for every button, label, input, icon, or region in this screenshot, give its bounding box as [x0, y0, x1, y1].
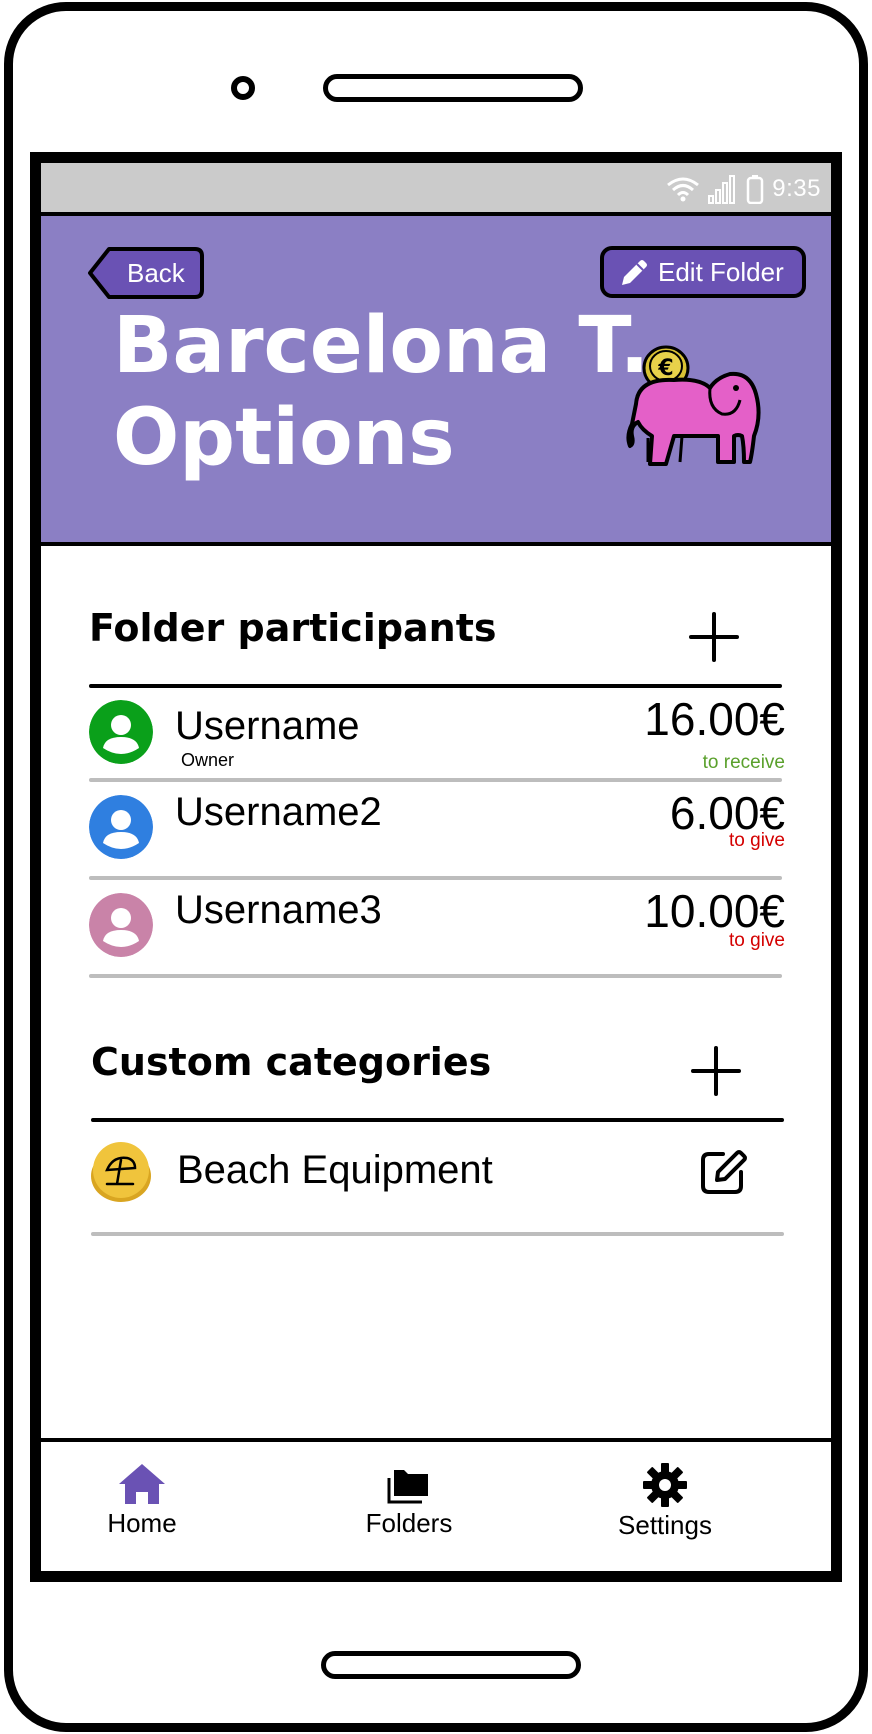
edit-category-icon[interactable]: [699, 1148, 747, 1196]
participant-name: Username: [175, 704, 360, 748]
edit-folder-button[interactable]: Edit Folder: [600, 246, 806, 298]
bottom-speaker: [321, 1651, 581, 1679]
home-icon: [119, 1464, 165, 1504]
piggy-bank-elephant-icon: €: [626, 345, 761, 466]
avatar-icon: [89, 893, 153, 957]
participants-divider: [89, 684, 782, 688]
category-name: Beach Equipment: [177, 1148, 493, 1192]
add-category-button[interactable]: [691, 1046, 741, 1096]
participant-row[interactable]: Username2 6.00€ to give: [41, 786, 831, 876]
pencil-icon: [622, 260, 647, 285]
nav-folders-label: Folders: [365, 1508, 453, 1538]
participant-amount: 16.00€: [644, 693, 785, 745]
row-divider: [89, 974, 782, 978]
avatar-icon: [89, 795, 153, 859]
screen: 9:35 Back Edit Folder Barcelona T... Opt…: [30, 152, 842, 1582]
row-divider: [89, 778, 782, 782]
battery-icon: [747, 175, 764, 204]
participant-balance-status: to receive: [702, 752, 785, 773]
svg-text:€: €: [657, 356, 673, 381]
folder-header: Back Edit Folder Barcelona T... Options …: [41, 216, 831, 546]
nav-folders[interactable]: Folders: [339, 1462, 479, 1539]
beach-umbrella-icon: [91, 1142, 151, 1202]
signal-icon: [708, 175, 736, 204]
nav-settings[interactable]: Settings: [595, 1462, 735, 1541]
categories-title: Custom categories: [91, 1040, 492, 1084]
wifi-icon: [667, 177, 700, 202]
back-button[interactable]: Back: [87, 246, 205, 300]
edit-folder-label: Edit Folder: [658, 256, 784, 287]
page-title: Barcelona T... Options: [113, 300, 673, 484]
avatar-icon: [89, 700, 153, 764]
participant-balance-status: to give: [729, 930, 785, 951]
folder-icon: [387, 1470, 428, 1504]
nav-settings-label: Settings: [618, 1510, 712, 1540]
back-button-label: Back: [127, 258, 185, 288]
participant-row[interactable]: Username Owner 16.00€ to receive: [41, 692, 831, 782]
add-participant-button[interactable]: [689, 612, 739, 662]
status-bar: 9:35: [41, 163, 831, 216]
participant-role: Owner: [181, 750, 235, 770]
participant-row[interactable]: Username3 10.00€ to give: [41, 884, 831, 974]
participant-balance-status: to give: [729, 830, 785, 851]
front-camera: [231, 76, 255, 100]
title-line-2: Options: [113, 393, 455, 483]
participant-name: Username3: [175, 888, 382, 932]
gear-icon: [643, 1463, 687, 1507]
earpiece-speaker: [323, 74, 583, 102]
participant-name: Username2: [175, 790, 382, 834]
nav-home-label: Home: [107, 1508, 177, 1538]
row-divider: [91, 1232, 784, 1236]
nav-home[interactable]: Home: [72, 1462, 212, 1539]
title-line-1: Barcelona T...: [113, 301, 673, 391]
row-divider: [89, 876, 782, 880]
status-time: 9:35: [772, 175, 821, 202]
category-row[interactable]: Beach Equipment: [41, 1126, 831, 1216]
participants-title: Folder participants: [89, 606, 497, 650]
categories-divider: [91, 1118, 784, 1122]
bottom-navigation: Home Folders Settings: [41, 1438, 831, 1571]
